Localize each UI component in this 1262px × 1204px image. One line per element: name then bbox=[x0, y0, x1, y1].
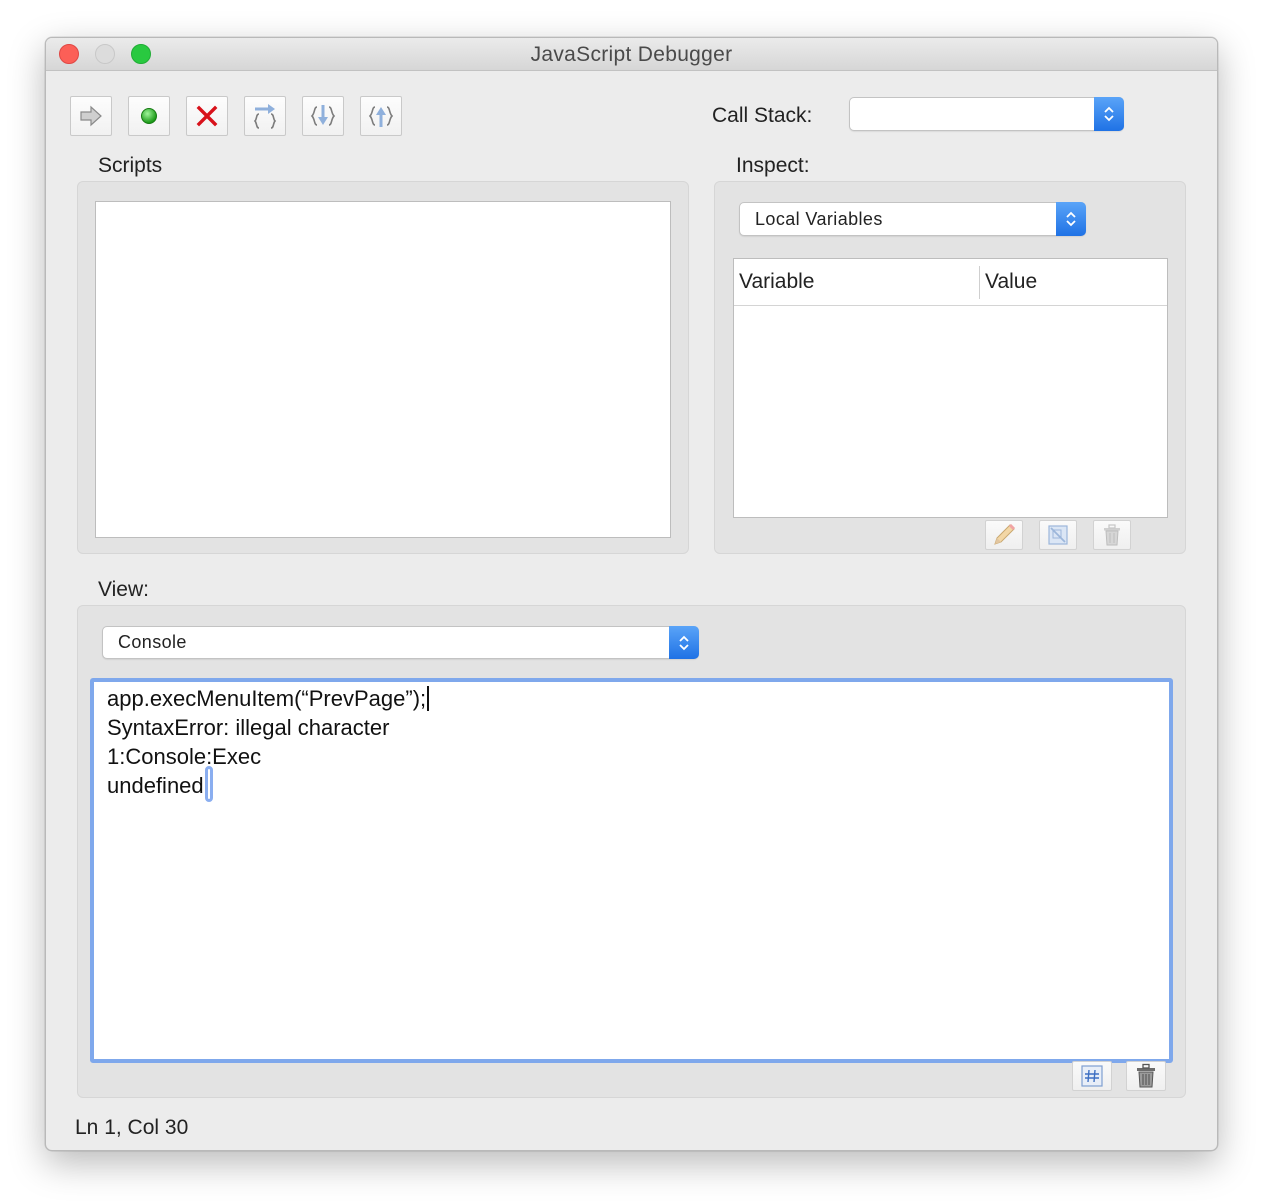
debugger-window: JavaScript Debugger Call Stack: Scripts … bbox=[45, 37, 1218, 1151]
window-title: JavaScript Debugger bbox=[530, 43, 733, 66]
inspect-group: Local Variables Variable Value bbox=[714, 181, 1186, 554]
view-popup[interactable]: Console bbox=[102, 626, 699, 659]
quit-button[interactable] bbox=[186, 96, 228, 136]
console-textarea[interactable]: app.execMenuItem(“PrevPage”); SyntaxErro… bbox=[90, 678, 1173, 1063]
column-header-value[interactable]: Value bbox=[985, 259, 1037, 305]
resume-button[interactable] bbox=[70, 96, 112, 136]
right-arrow-icon bbox=[80, 105, 102, 127]
console-line: SyntaxError: illegal character bbox=[107, 715, 390, 740]
inspect-popup[interactable]: Local Variables bbox=[739, 202, 1086, 236]
view-label: View: bbox=[98, 578, 149, 601]
selection-highlight bbox=[205, 766, 213, 802]
variables-table[interactable]: Variable Value bbox=[733, 258, 1168, 518]
console-line: 1:Console:Exec bbox=[107, 744, 262, 769]
clear-console-button[interactable] bbox=[1126, 1061, 1166, 1091]
console-line-text: app.execMenuItem(“PrevPage”); bbox=[107, 686, 427, 711]
watch-icon bbox=[1048, 525, 1068, 545]
chevron-up-down-icon bbox=[1056, 202, 1086, 236]
step-into-icon bbox=[310, 105, 336, 126]
step-out-button[interactable] bbox=[360, 96, 402, 136]
red-x-icon bbox=[196, 105, 218, 127]
view-selected: Console bbox=[118, 632, 187, 652]
edit-button[interactable] bbox=[985, 520, 1023, 550]
line-numbers-button[interactable] bbox=[1072, 1061, 1112, 1091]
chevron-up-down-icon bbox=[1094, 97, 1124, 131]
trash-icon bbox=[1104, 524, 1120, 546]
column-header-variable[interactable]: Variable bbox=[739, 259, 815, 305]
status-text: Ln 1, Col 30 bbox=[75, 1116, 189, 1139]
console-line: app.execMenuItem(“PrevPage”); bbox=[107, 686, 430, 712]
call-stack-label: Call Stack: bbox=[712, 104, 813, 127]
trash-icon bbox=[1137, 1063, 1155, 1088]
scripts-list[interactable] bbox=[95, 201, 671, 538]
text-cursor bbox=[427, 686, 430, 711]
title-bar[interactable]: JavaScript Debugger bbox=[46, 38, 1217, 71]
scripts-label: Scripts bbox=[98, 154, 163, 177]
console-line: undefined bbox=[107, 773, 204, 798]
column-divider[interactable] bbox=[979, 266, 980, 299]
chevron-up-down-icon bbox=[669, 626, 699, 659]
step-out-icon bbox=[368, 106, 394, 127]
step-into-button[interactable] bbox=[302, 96, 344, 136]
scripts-group bbox=[77, 181, 689, 554]
step-over-icon bbox=[253, 104, 277, 129]
call-stack-popup[interactable] bbox=[849, 97, 1124, 131]
interrupt-button[interactable] bbox=[128, 96, 170, 136]
edit-pencil-icon bbox=[994, 523, 1016, 545]
table-header: Variable Value bbox=[734, 259, 1167, 306]
watch-button[interactable] bbox=[1039, 520, 1077, 550]
step-over-button[interactable] bbox=[244, 96, 286, 136]
hash-icon bbox=[1081, 1065, 1103, 1087]
green-dot-icon bbox=[141, 108, 157, 124]
inspect-label: Inspect: bbox=[736, 154, 810, 177]
delete-watch-button[interactable] bbox=[1093, 520, 1131, 550]
inspect-selected: Local Variables bbox=[755, 208, 883, 229]
